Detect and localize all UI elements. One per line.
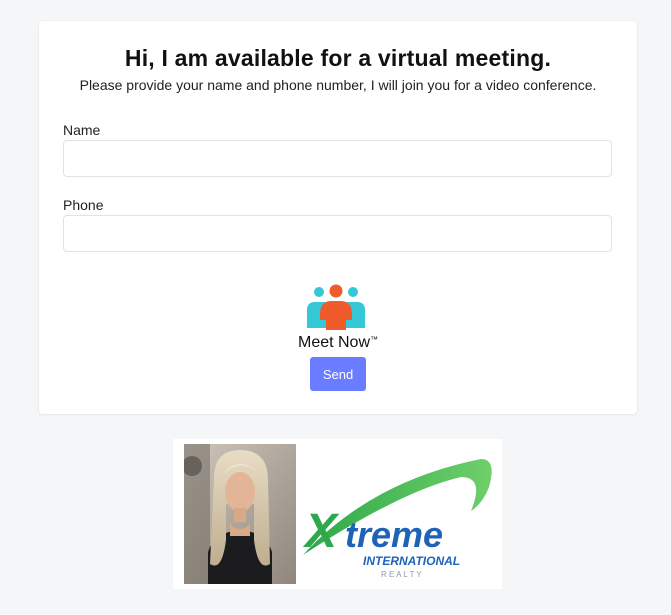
trademark-symbol: ™ (370, 335, 379, 344)
agent-banner: X treme INTERNATIONAL R E A L T Y (173, 439, 502, 589)
page-title: Hi, I am available for a virtual meeting… (124, 45, 552, 71)
phone-input[interactable] (63, 215, 612, 252)
name-label: Name (63, 122, 101, 138)
meeting-request-card: Hi, I am available for a virtual meeting… (39, 21, 637, 414)
logo-initial: X (302, 505, 340, 558)
meet-now-people-icon (307, 284, 365, 330)
meet-now-label: Meet Now™ (297, 334, 379, 351)
send-button[interactable]: Send (310, 357, 366, 391)
page-subtitle: Please provide your name and phone numbe… (79, 77, 597, 93)
xtreme-international-realty-logo: X treme INTERNATIONAL R E A L T Y (302, 459, 492, 579)
phone-label: Phone (63, 197, 104, 213)
name-input[interactable] (63, 140, 612, 177)
logo-word: treme (345, 514, 443, 555)
logo-international: INTERNATIONAL (363, 554, 460, 568)
logo-realty: R E A L T Y (381, 570, 422, 579)
agent-photo (184, 444, 296, 584)
